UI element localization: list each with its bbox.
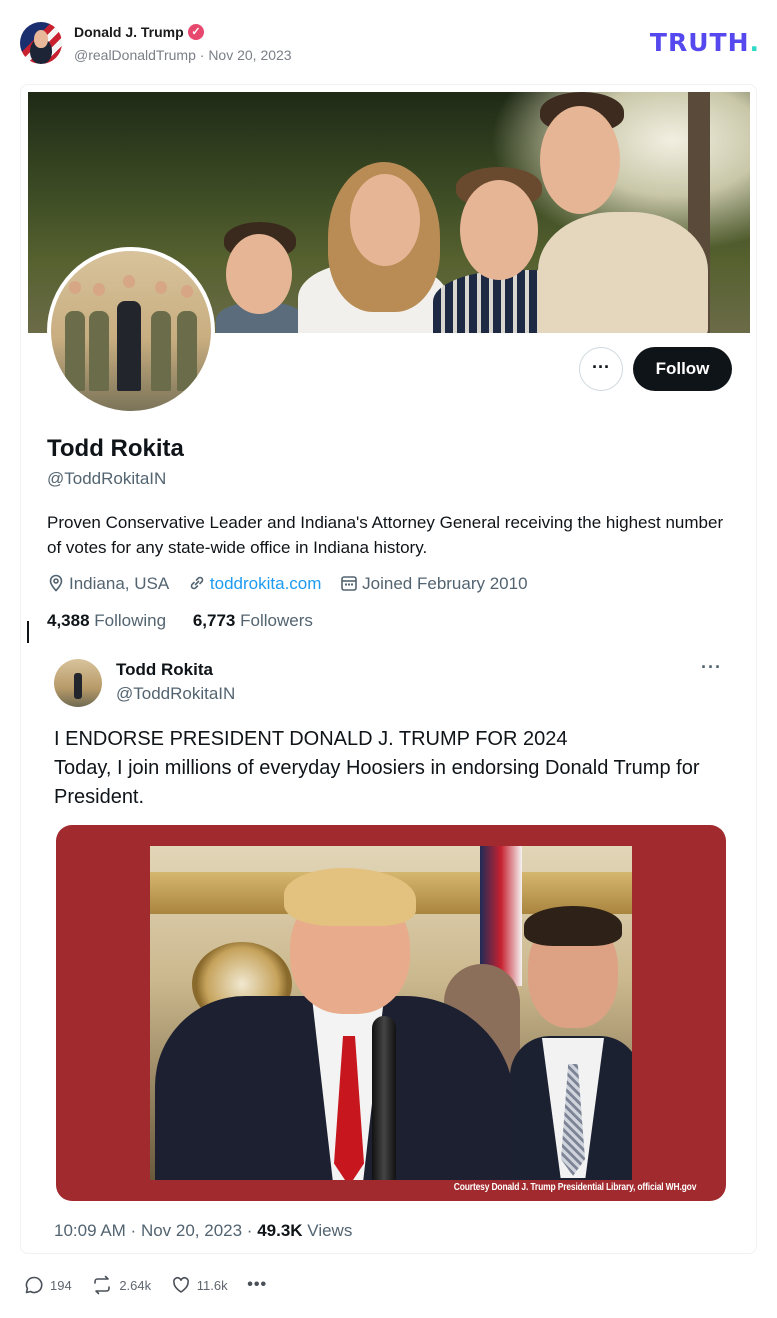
profile-website[interactable]: toddrokita.com [188,574,322,594]
reply-icon [25,1276,43,1294]
banner-person-head [540,106,620,214]
verified-badge-icon: ✓ [188,24,204,40]
avatar-figure [177,311,197,391]
tweet-text: I ENDORSE PRESIDENT DONALD J. TRUMP FOR … [54,725,734,812]
followers-stat[interactable]: 6,773 Followers [193,611,313,631]
website-link[interactable]: toddrokita.com [210,574,322,593]
views-label: Views [307,1221,353,1240]
following-stat[interactable]: 4,388 Following [47,611,166,631]
profile-handle: @ToddRokitaIN [47,469,167,488]
location-pin-icon [49,574,63,592]
retruth-icon [94,1275,111,1295]
tweet-body: Today, I join millions of everyday Hoosi… [54,757,700,808]
avatar-figure-head [181,285,193,298]
like-count: 11.6k [196,1277,228,1293]
avatar-figure [65,311,85,391]
tweet-media-image[interactable]: Courtesy Donald J. Trump Presidential Li… [56,825,726,1201]
truth-logo-dot: . [749,28,760,57]
avatar-figure-head [69,281,81,294]
author-handle[interactable]: @realDonaldTrump [74,47,196,63]
embedded-screenshot[interactable]: ··· Follow Todd Rokita @ToddRokitaIN Pro… [20,84,757,1254]
like-button[interactable]: 11.6k [171,1275,228,1295]
avatar-figure-head [123,275,135,288]
banner-person [538,212,708,333]
tweet-more-button[interactable]: ··· [701,657,722,678]
avatar-figure [151,311,171,391]
avatar-figure [89,311,109,391]
profile-stats: 4,388 Following 6,773 Followers [47,611,335,631]
reply-count: 194 [50,1277,72,1293]
avatar-figure [117,301,141,391]
tweet-time[interactable]: 10:09 AM [54,1221,126,1240]
profile-bio: Proven Conservative Leader and Indiana's… [47,513,724,557]
text-cursor [27,621,29,643]
location-text: Indiana, USA [69,573,170,593]
photo-microphone [372,1016,396,1180]
media-photo [150,846,632,1180]
post-action-bar: 194 2.64k 11.6k ••• [24,1275,283,1301]
banner-person-head [460,180,538,280]
follow-button[interactable]: Follow [633,347,732,391]
tweet-headline: I ENDORSE PRESIDENT DONALD J. TRUMP FOR … [54,728,568,750]
more-icon[interactable]: ••• [247,1276,267,1294]
tweet-author-name[interactable]: Todd Rokita [116,660,213,680]
profile-more-button[interactable]: ··· [579,347,623,391]
tweet-date[interactable]: Nov 20, 2023 [141,1221,242,1240]
media-caption: Courtesy Donald J. Trump Presidential Li… [453,1182,697,1193]
profile-name: Todd Rokita [47,435,184,462]
calendar-icon [341,575,357,591]
tweet-footer: 10:09 AM · Nov 20, 2023 · 49.3K Views [54,1221,353,1240]
followers-count: 6,773 [192,611,236,630]
following-label: Following [94,611,167,630]
views-count: 49.3K [257,1221,303,1240]
author-avatar[interactable] [20,22,62,64]
following-count: 4,388 [47,611,90,630]
profile-joined: Joined February 2010 [340,573,528,594]
photo-attendee-hair [524,906,622,946]
avatar-figure-head [155,281,167,294]
post-header: Donald J. Trump ✓ @realDonaldTrump · Nov… [20,20,760,66]
retruth-count: 2.64k [119,1277,152,1293]
link-icon [190,576,204,589]
author-name[interactable]: Donald J. Trump [74,24,184,40]
reply-button[interactable]: 194 [24,1275,72,1295]
avatar-figure-head [93,283,105,296]
profile-avatar[interactable] [47,247,215,415]
profile-location: Indiana, USA [47,574,169,594]
truth-logo-text: TRUTH [649,28,750,57]
followers-label: Followers [240,611,313,630]
like-icon [172,1276,189,1293]
post-date[interactable]: Nov 20, 2023 [208,47,291,63]
truth-logo[interactable]: TRUTH. [650,28,760,57]
retruth-button[interactable]: 2.64k [91,1275,151,1295]
tweet-author-handle[interactable]: @ToddRokitaIN [116,684,235,704]
joined-text: Joined February 2010 [362,573,528,593]
banner-person-head [350,174,420,266]
tweet-author-avatar[interactable] [54,659,102,707]
profile-meta: Indiana, USA toddrokita.com Joined Febru… [47,573,542,597]
author-meta: @realDonaldTrump · Nov 20, 2023 [74,47,292,63]
banner-person-head [226,234,292,314]
